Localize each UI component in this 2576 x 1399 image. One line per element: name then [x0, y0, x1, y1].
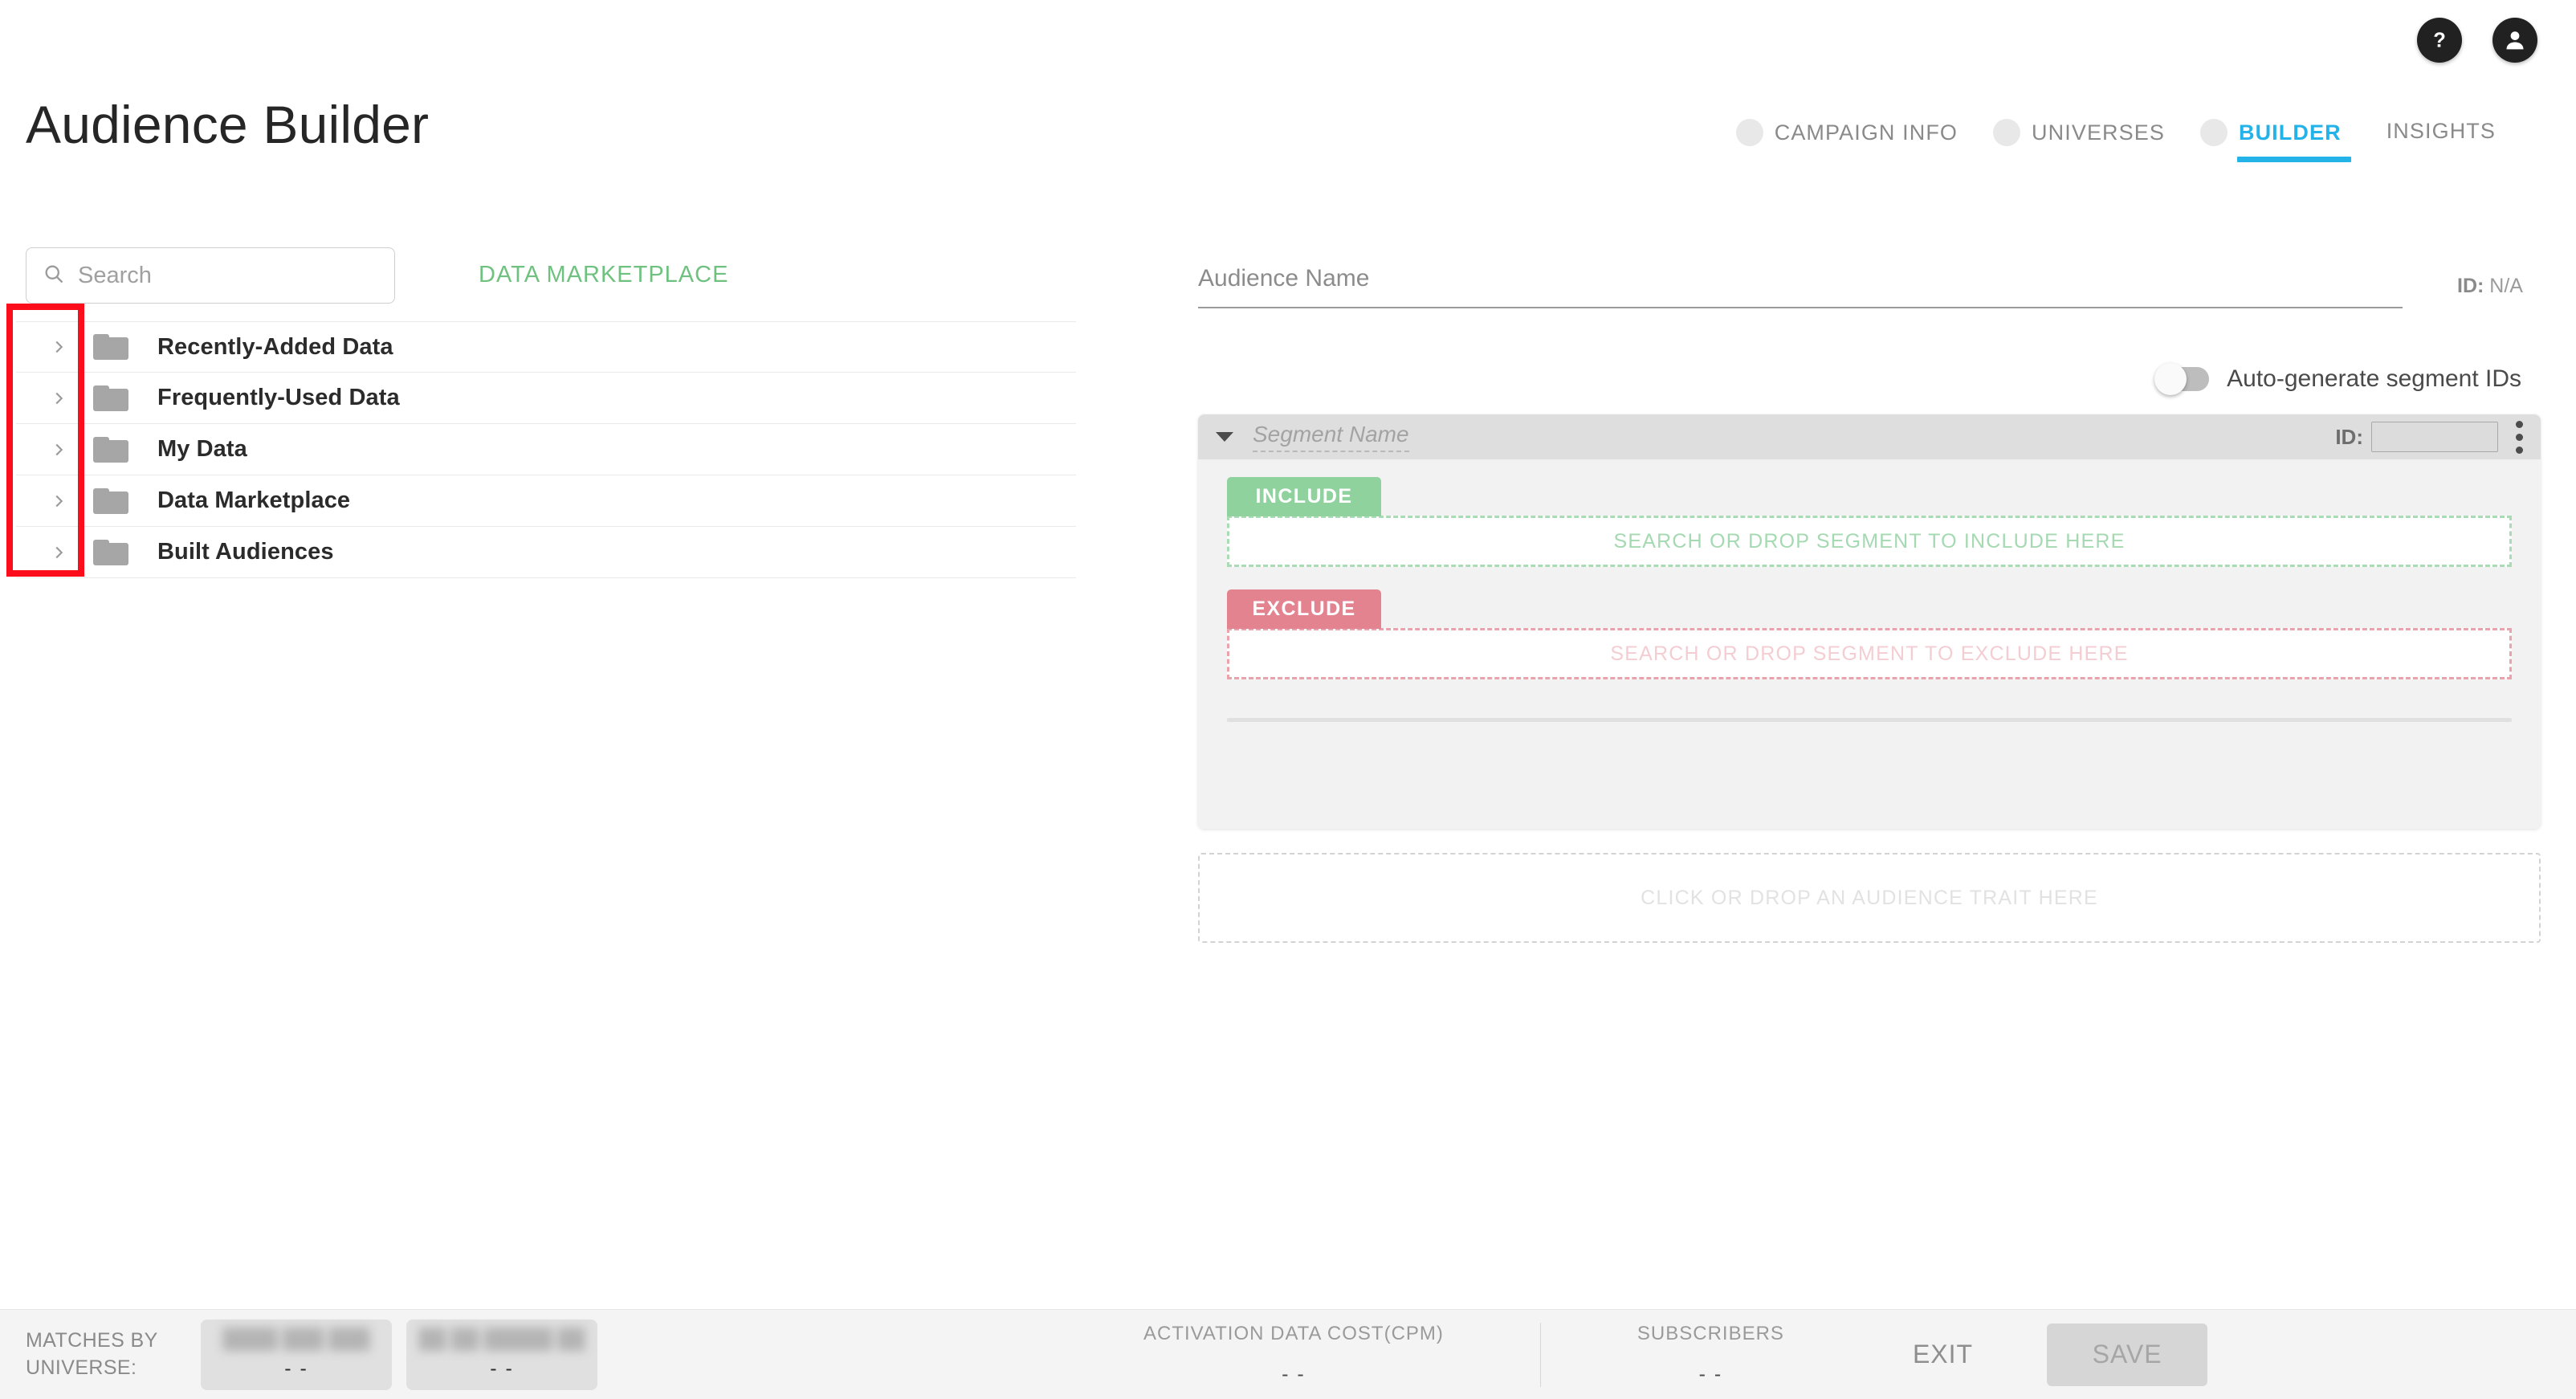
- chevron-right-icon[interactable]: [47, 491, 71, 512]
- search-container: [26, 247, 395, 304]
- tree-item-label: Frequently-Used Data: [157, 385, 400, 410]
- tab-bullet-icon: [2199, 119, 2228, 146]
- universe-name: ██ ██ █████ ██: [418, 1328, 585, 1350]
- universe-value: - -: [490, 1357, 514, 1380]
- kebab-dot: [2516, 420, 2523, 428]
- metric-label: ACTIVATION DATA COST(CPM): [1143, 1323, 1444, 1344]
- matches-by-universe-label: MATCHES BY UNIVERSE:: [26, 1328, 158, 1379]
- search-icon: [43, 263, 65, 289]
- top-nav-tabs: CAMPAIGN INFO UNIVERSES BUILDER INSIGHTS: [1718, 119, 2513, 162]
- exclude-badge: EXCLUDE: [1227, 589, 1381, 629]
- audience-name-label: Audience Name: [1198, 265, 1370, 292]
- exit-button[interactable]: EXIT: [1913, 1340, 1973, 1369]
- tree-item-label: My Data: [157, 436, 247, 462]
- tree-row-recently-added-data[interactable]: Recently-Added Data: [16, 321, 1076, 373]
- auto-generate-segment-ids-row: Auto-generate segment IDs: [2154, 363, 2521, 395]
- segment-card: Segment Name ID: INCLUDE SEARCH OR DROP …: [1198, 414, 2541, 829]
- include-dropzone[interactable]: SEARCH OR DROP SEGMENT TO INCLUDE HERE: [1227, 516, 2512, 567]
- audience-id-display: ID: N/A: [2457, 275, 2523, 298]
- folder-icon: [93, 487, 128, 514]
- tab-insights[interactable]: INSIGHTS: [2359, 119, 2513, 160]
- search-box[interactable]: [26, 247, 395, 304]
- universe-value: - -: [284, 1357, 308, 1380]
- segment-id-label: ID:: [2335, 424, 2363, 449]
- chevron-right-icon[interactable]: [47, 388, 71, 409]
- tree-row-my-data[interactable]: My Data: [16, 424, 1076, 475]
- universe-card[interactable]: ██ ██ █████ ██ - -: [406, 1319, 597, 1390]
- segment-card-body: INCLUDE SEARCH OR DROP SEGMENT TO INCLUD…: [1198, 459, 2541, 679]
- universe-name: ████ ███ ███: [222, 1328, 370, 1350]
- segment-card-header: Segment Name ID:: [1198, 414, 2541, 459]
- tab-label: UNIVERSES: [2032, 120, 2165, 145]
- audience-name-field[interactable]: Audience Name: [1198, 265, 2403, 308]
- chevron-right-icon[interactable]: [47, 439, 71, 460]
- tab-bullet-icon: [1735, 119, 1763, 146]
- segment-id-input[interactable]: [2371, 422, 2498, 452]
- page-title: Audience Builder: [26, 95, 430, 154]
- tree-item-label: Data Marketplace: [157, 487, 351, 513]
- tree-item-label: Recently-Added Data: [157, 333, 393, 360]
- universe-card[interactable]: ████ ███ ███ - -: [201, 1319, 392, 1390]
- include-badge: INCLUDE: [1227, 477, 1381, 516]
- auto-generate-toggle[interactable]: [2154, 363, 2210, 395]
- exclude-dropzone[interactable]: SEARCH OR DROP SEGMENT TO EXCLUDE HERE: [1227, 628, 2512, 679]
- folder-icon: [93, 436, 128, 463]
- audience-id-prefix: ID:: [2457, 275, 2484, 297]
- tab-label: CAMPAIGN INFO: [1774, 120, 1958, 145]
- tree-row-frequently-used-data[interactable]: Frequently-Used Data: [16, 373, 1076, 424]
- metric-subscribers: SUBSCRIBERS - -: [1637, 1323, 1784, 1386]
- audience-builder-page: ? Audience Builder CAMPAIGN INFO UNIVERS…: [0, 0, 2576, 1399]
- tab-builder[interactable]: BUILDER: [2183, 119, 2359, 162]
- audience-id-value: N/A: [2489, 275, 2523, 297]
- chevron-right-icon[interactable]: [47, 542, 71, 563]
- tree-item-label: Built Audiences: [157, 539, 334, 565]
- kebab-dot: [2516, 446, 2523, 454]
- tab-label: INSIGHTS: [2386, 119, 2496, 143]
- tab-universes[interactable]: UNIVERSES: [1975, 119, 2183, 162]
- tab-bullet-icon: [1993, 119, 2021, 146]
- toggle-knob: [2154, 363, 2187, 395]
- save-button[interactable]: SAVE: [2047, 1323, 2208, 1386]
- segment-divider: [1227, 718, 2512, 722]
- data-marketplace-link[interactable]: DATA MARKETPLACE: [479, 262, 728, 288]
- metric-activation-data-cost: ACTIVATION DATA COST(CPM) - -: [1143, 1323, 1444, 1386]
- auto-generate-label: Auto-generate segment IDs: [2227, 365, 2521, 392]
- vertical-divider: [1539, 1322, 1541, 1387]
- account-icon[interactable]: [2492, 18, 2537, 63]
- folder-icon: [93, 385, 128, 411]
- top-icon-bar: ?: [2417, 18, 2537, 63]
- tree-row-built-audiences[interactable]: Built Audiences: [16, 527, 1076, 578]
- tab-label: BUILDER: [2238, 120, 2342, 145]
- segment-name-input[interactable]: Segment Name: [1253, 422, 1409, 452]
- search-input[interactable]: [78, 262, 378, 289]
- tree-row-data-marketplace[interactable]: Data Marketplace: [16, 475, 1076, 527]
- tab-campaign-info[interactable]: CAMPAIGN INFO: [1718, 119, 1975, 162]
- folder-icon: [93, 334, 128, 360]
- metric-label: SUBSCRIBERS: [1636, 1323, 1784, 1344]
- folder-icon: [93, 539, 128, 565]
- bottom-status-bar: MATCHES BY UNIVERSE: ████ ███ ███ - - ██…: [0, 1309, 2576, 1399]
- metric-value: - -: [1282, 1363, 1306, 1385]
- chevron-right-icon[interactable]: [47, 336, 71, 357]
- segment-id-group: ID:: [2335, 422, 2511, 452]
- data-tree: Recently-Added Data Frequently-Used Data…: [16, 321, 1076, 578]
- help-icon[interactable]: ?: [2417, 18, 2462, 63]
- kebab-menu-icon[interactable]: [2511, 420, 2541, 454]
- audience-name-underline: [1198, 307, 2403, 308]
- caret-down-icon[interactable]: [1216, 432, 1233, 442]
- kebab-dot: [2516, 433, 2523, 441]
- audience-trait-dropzone[interactable]: CLICK OR DROP AN AUDIENCE TRAIT HERE: [1198, 853, 2541, 943]
- metric-value: - -: [1698, 1363, 1723, 1385]
- svg-text:?: ?: [2433, 30, 2446, 52]
